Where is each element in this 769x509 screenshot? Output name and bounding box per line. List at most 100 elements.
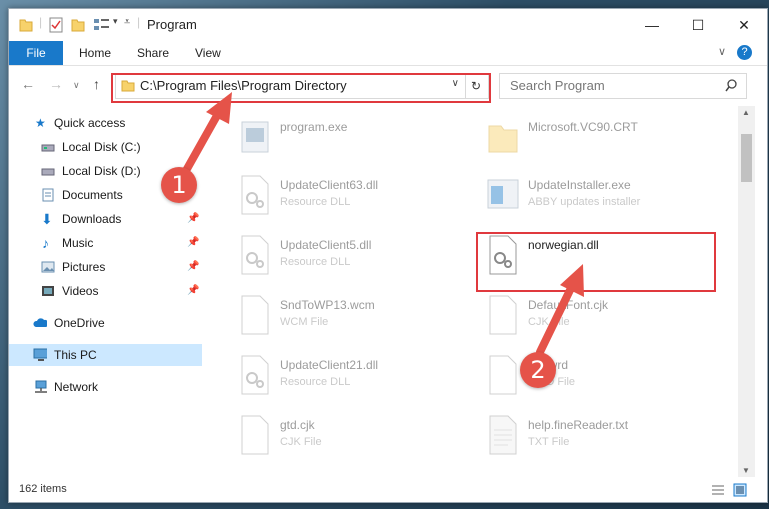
documents-icon [42,188,54,202]
step-2-badge: 2 [520,352,556,388]
file-item-program-exe[interactable]: program.exe [238,110,478,166]
sidebar-item-label: Local Disk (D:) [62,164,141,178]
sidebar-item-quick-access[interactable]: ★ Quick access [9,112,202,134]
vertical-scrollbar[interactable]: ▲ ▼ [738,106,755,477]
new-folder-icon[interactable] [71,17,85,33]
file-item-updateclient63-dll[interactable]: UpdateClient63.dll Resource DLL [238,168,478,224]
scroll-down-icon[interactable]: ▼ [742,466,750,475]
pin-icon[interactable]: 📌 [187,256,199,278]
download-icon: ⬇ [41,211,53,227]
file-item-updateclient5-dll[interactable]: UpdateClient5.dll Resource DLL [238,228,478,284]
forward-arrow-icon[interactable]: → [49,76,63,92]
file-name: UpdateClient63.dll [280,178,379,192]
sidebar-item-downloads[interactable]: ⬇ Downloads 📌 [9,208,202,230]
file-item-updateclient21-dll[interactable]: UpdateClient21.dll Resource DLL [238,348,478,404]
sidebar-item-pictures[interactable]: Pictures 📌 [9,256,202,278]
pictures-icon [41,261,55,273]
file-name: UpdateInstaller.exe [528,178,631,192]
file-item-updateinstaller-exe[interactable]: UpdateInstaller.exe ABBY updates install… [486,168,726,224]
file-item-help-finereader-txt[interactable]: help.fineReader.txt TXT File [486,408,726,464]
dll-file-icon [241,175,269,215]
blank-file-icon [489,295,517,335]
videos-icon [42,286,54,296]
cloud-icon [33,318,47,327]
file-name: Microsoft.VC90.CRT [528,120,638,134]
step-1-badge: 1 [161,167,197,203]
file-item-defaultfont-cjk[interactable]: DefaultFont.cjk CJK File [486,288,726,344]
network-icon [35,380,47,393]
tab-file[interactable]: File [9,41,63,65]
sidebar-item-label: Downloads [62,212,122,226]
file-type: Resource DLL [280,196,351,208]
customize-toolbar-icon[interactable]: ⩡ [124,16,130,32]
tab-view[interactable]: View [195,41,221,65]
sidebar-item-videos[interactable]: Videos 📌 [9,280,202,302]
sidebar-item-music[interactable]: ♪ Music 📌 [9,232,202,254]
scroll-up-icon[interactable]: ▲ [742,108,750,117]
separator: | [39,15,43,29]
search-placeholder: Search Program [510,78,605,93]
separator: | [137,15,141,29]
file-name: UpdateClient21.dll [280,358,379,372]
sidebar-item-this-pc[interactable]: This PC [9,344,202,366]
file-type: TXT File [528,436,570,448]
title-bar: | ▾ ⩡ | Program — ☐ ✕ [9,9,767,41]
scrollbar-thumb[interactable] [741,134,752,182]
music-icon: ♪ [42,235,49,251]
dll-file-icon [241,235,269,275]
drive-icon [41,168,55,176]
properties-icon[interactable] [49,17,63,33]
file-type: CJK File [528,316,570,328]
star-icon: ★ [35,116,46,130]
sidebar-item-label: Quick access [54,116,126,130]
file-name: help.fineReader.txt [528,418,629,432]
sidebar-item-onedrive[interactable]: OneDrive [9,312,202,334]
back-arrow-icon[interactable]: ← [21,76,35,92]
close-button[interactable]: ✕ [721,9,767,41]
file-name: gtd.cjk [280,418,315,432]
sidebar-item-label: Videos [62,284,99,298]
sidebar-item-label: OneDrive [54,316,105,330]
pin-icon[interactable]: 📌 [187,280,199,302]
navigation-pane: ★ Quick access Local Disk (C:) Local Dis… [9,106,202,477]
maximize-button[interactable]: ☐ [675,9,721,41]
help-icon[interactable]: ? [737,45,752,60]
blank-file-icon [241,295,269,335]
file-highlight-box [476,232,716,292]
sidebar-item-network[interactable]: Network [9,376,202,398]
file-item-sndtowp13-wcm[interactable]: SndToWP13.wcm WCM File [238,288,478,344]
file-item-microsoft-vc90-crt[interactable]: Microsoft.VC90.CRT [486,110,726,166]
up-arrow-icon[interactable]: ↑ [93,76,100,92]
recent-chevron-icon[interactable]: ∨ [73,80,80,91]
sidebar-item-label: Pictures [62,260,106,274]
minimize-button[interactable]: — [629,9,675,41]
folder-icon [19,19,33,32]
details-view-icon[interactable] [711,484,725,496]
pin-icon[interactable]: 📌 [187,232,199,254]
file-item-gtd-cjk[interactable]: gtd.cjk CJK File [238,408,478,464]
address-highlight-box [111,73,491,103]
drive-icon [41,144,55,152]
item-count: 162 items [19,483,67,495]
view-menu-icon[interactable] [93,17,111,33]
sidebar-item-local-disk-c[interactable]: Local Disk (C:) [9,136,202,158]
text-file-icon [489,415,517,455]
large-icons-view-icon[interactable] [733,483,747,497]
sidebar-item-label: This PC [54,348,97,362]
tab-share[interactable]: Share [137,41,169,65]
sidebar-item-label: Music [62,236,94,250]
search-icon [725,79,737,92]
tab-home[interactable]: Home [79,41,111,65]
file-type: WCM File [280,316,329,328]
file-type: CJK File [280,436,322,448]
expand-ribbon-icon[interactable]: ∨ [718,45,726,58]
file-type: ABBY updates installer [528,196,641,208]
search-input[interactable]: Search Program [499,73,747,99]
file-name: UpdateClient5.dll [280,238,372,252]
sidebar-item-label: Local Disk (C:) [62,140,141,154]
chevron-down-icon[interactable]: ▾ [113,16,118,32]
pin-icon[interactable]: 📌 [187,208,199,230]
window-title: Program [147,17,197,32]
blank-file-icon [489,355,517,395]
file-name: DefaultFont.cjk [528,298,609,312]
